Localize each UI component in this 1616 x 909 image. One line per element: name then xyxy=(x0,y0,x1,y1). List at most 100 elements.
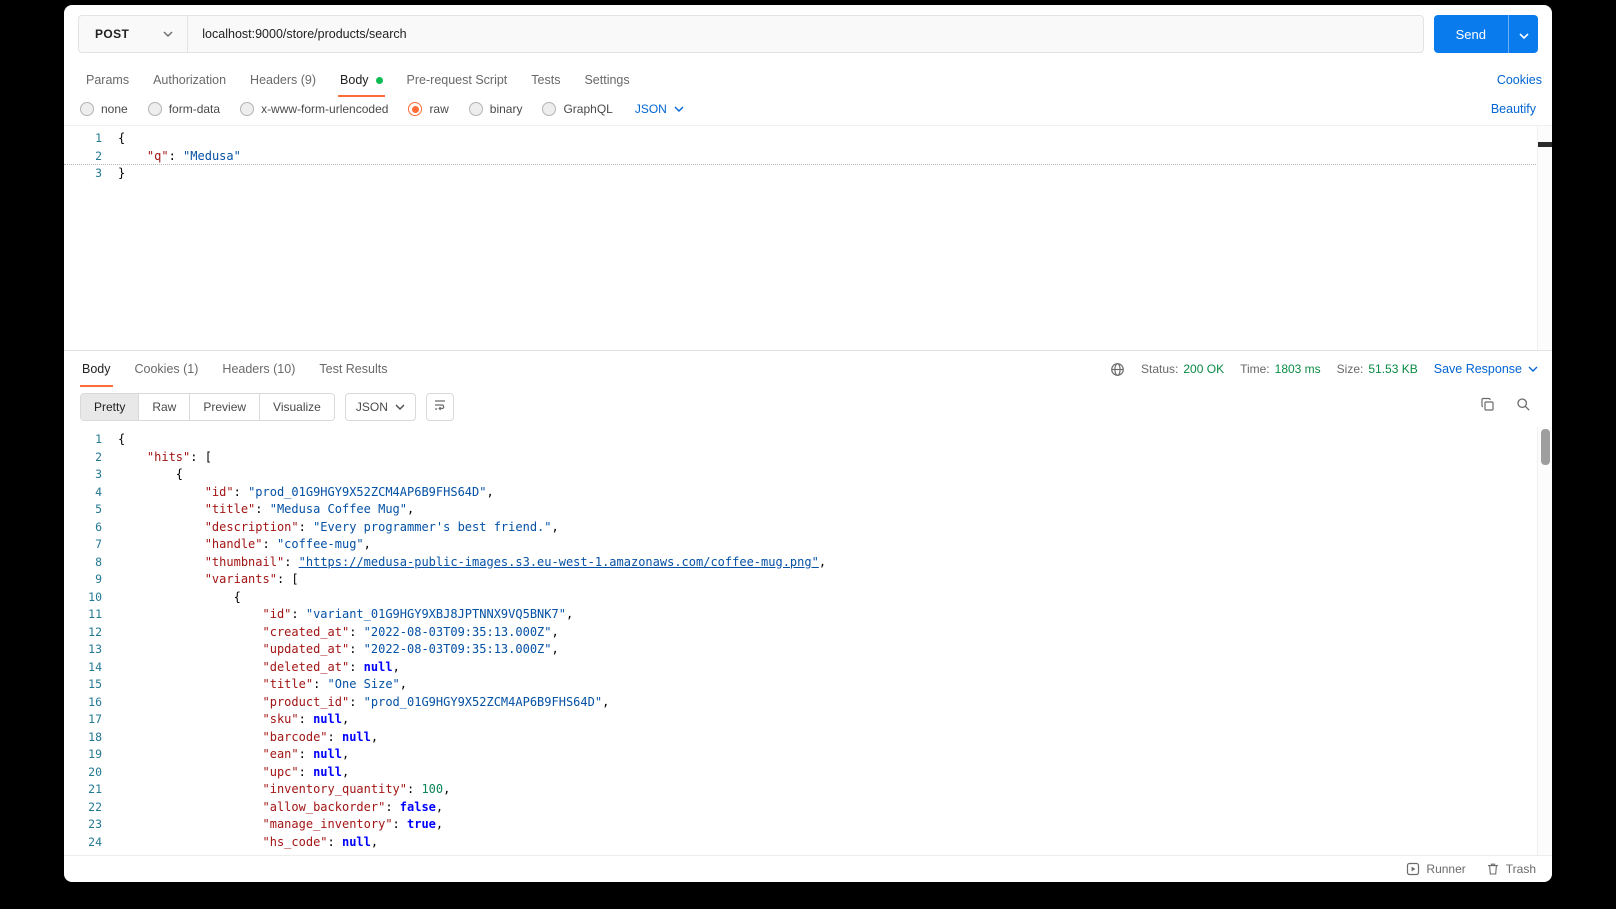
view-visualize[interactable]: Visualize xyxy=(260,394,334,420)
code-text: "variants": [ xyxy=(118,571,299,589)
body-type-urlencoded[interactable]: x-www-form-urlencoded xyxy=(240,102,388,116)
runner-button[interactable]: Runner xyxy=(1406,862,1465,876)
method-select[interactable]: POST xyxy=(79,16,188,52)
request-scrollbar[interactable] xyxy=(1537,126,1552,350)
code-text: "ean": null, xyxy=(118,746,349,764)
view-raw[interactable]: Raw xyxy=(139,394,190,420)
line-number: 22 xyxy=(64,799,118,817)
code-text: { xyxy=(118,130,125,148)
response-tab-body[interactable]: Body xyxy=(70,351,123,387)
chevron-down-icon xyxy=(395,404,405,410)
line-number: 5 xyxy=(64,501,118,519)
save-response-button[interactable]: Save Response xyxy=(1434,362,1538,376)
size-group: Size: 51.53 KB xyxy=(1337,362,1418,376)
cookies-link[interactable]: Cookies xyxy=(1497,73,1542,87)
tab-settings[interactable]: Settings xyxy=(572,63,641,97)
copy-icon xyxy=(1480,397,1495,417)
tab-tests[interactable]: Tests xyxy=(519,63,572,97)
modified-dot-icon xyxy=(376,77,383,84)
line-number: 24 xyxy=(64,834,118,852)
line-number: 18 xyxy=(64,729,118,747)
view-preview[interactable]: Preview xyxy=(190,394,260,420)
size-label: Size: xyxy=(1337,362,1364,376)
wrap-text-button[interactable] xyxy=(426,393,454,421)
tab-authorization[interactable]: Authorization xyxy=(141,63,238,97)
scrollbar-handle[interactable] xyxy=(1541,429,1550,465)
search-icon xyxy=(1516,397,1531,417)
chevron-down-icon xyxy=(1528,366,1538,372)
request-tabs: Params Authorization Headers (9) Body Pr… xyxy=(64,63,1552,97)
body-type-binary[interactable]: binary xyxy=(469,102,523,116)
time-label: Time: xyxy=(1240,362,1270,376)
view-pretty[interactable]: Pretty xyxy=(81,394,139,420)
code-line: 24 "hs_code": null, xyxy=(64,834,1552,852)
chevron-down-icon xyxy=(674,106,684,112)
time-group: Time: 1803 ms xyxy=(1240,362,1321,376)
code-line: 11 "id": "variant_01G9HGY9XBJ8JPTNNX9VQ5… xyxy=(64,606,1552,624)
response-tab-cookies[interactable]: Cookies (1) xyxy=(123,351,211,387)
send-split-button: Send xyxy=(1434,15,1538,53)
line-number: 7 xyxy=(64,536,118,554)
tab-body[interactable]: Body xyxy=(328,63,395,97)
tab-params[interactable]: Params xyxy=(74,63,141,97)
copy-response-button[interactable] xyxy=(1474,394,1500,420)
wrap-text-icon xyxy=(433,398,447,417)
response-tab-test-results[interactable]: Test Results xyxy=(307,351,399,387)
beautify-link[interactable]: Beautify xyxy=(1491,102,1536,116)
trash-button[interactable]: Trash xyxy=(1486,862,1536,876)
raw-format-select[interactable]: JSON xyxy=(635,102,684,116)
code-line: 15 "title": "One Size", xyxy=(64,676,1552,694)
code-line: 22 "allow_backorder": false, xyxy=(64,799,1552,817)
code-line: 20 "upc": null, xyxy=(64,764,1552,782)
code-text: "q": "Medusa" xyxy=(118,148,241,165)
line-number: 1 xyxy=(64,431,118,449)
tab-pre-request-script[interactable]: Pre-request Script xyxy=(395,63,520,97)
code-text: { xyxy=(118,589,241,607)
code-text: "manage_inventory": true, xyxy=(118,816,443,834)
line-number: 21 xyxy=(64,781,118,799)
body-type-raw[interactable]: raw xyxy=(408,102,448,116)
tab-label: Authorization xyxy=(153,73,226,87)
line-number: 15 xyxy=(64,676,118,694)
code-text: "barcode": null, xyxy=(118,729,378,747)
code-line: 2 "q": "Medusa" xyxy=(64,148,1552,166)
radio-icon xyxy=(148,102,162,116)
radio-label: GraphQL xyxy=(563,102,612,116)
code-text: "description": "Every programmer's best … xyxy=(118,519,559,537)
body-type-graphql[interactable]: GraphQL xyxy=(542,102,612,116)
line-number: 2 xyxy=(64,449,118,467)
radio-label: none xyxy=(101,102,128,116)
send-options-button[interactable] xyxy=(1508,15,1538,53)
tab-headers[interactable]: Headers (9) xyxy=(238,63,328,97)
url-input[interactable]: localhost:9000/store/products/search xyxy=(188,16,1422,52)
line-number: 23 xyxy=(64,816,118,834)
response-meta: Status: 200 OK Time: 1803 ms Size: 51.53… xyxy=(1110,362,1538,377)
code-text: "id": "prod_01G9HGY9X52ZCM4AP6B9FHS64D", xyxy=(118,484,494,502)
line-number: 9 xyxy=(64,571,118,589)
response-format-select[interactable]: JSON xyxy=(345,393,416,421)
trash-label: Trash xyxy=(1506,862,1536,876)
trash-icon xyxy=(1486,862,1500,876)
send-button[interactable]: Send xyxy=(1434,15,1508,53)
code-text: "upc": null, xyxy=(118,764,349,782)
response-tab-headers[interactable]: Headers (10) xyxy=(210,351,307,387)
search-response-button[interactable] xyxy=(1510,394,1536,420)
code-line: 18 "barcode": null, xyxy=(64,729,1552,747)
body-type-none[interactable]: none xyxy=(80,102,128,116)
code-line: 9 "variants": [ xyxy=(64,571,1552,589)
response-code: 1{2 "hits": [3 {4 "id": "prod_01G9HGY9X5… xyxy=(64,431,1552,851)
chevron-down-icon xyxy=(163,31,173,37)
line-number: 6 xyxy=(64,519,118,537)
radio-icon xyxy=(542,102,556,116)
code-line: 19 "ean": null, xyxy=(64,746,1552,764)
response-scrollbar[interactable] xyxy=(1537,427,1552,855)
code-text: "id": "variant_01G9HGY9XBJ8JPTNNX9VQ5BNK… xyxy=(118,606,573,624)
code-text: "handle": "coffee-mug", xyxy=(118,536,371,554)
request-body-editor[interactable]: 1{2 "q": "Medusa"3} xyxy=(64,125,1552,351)
code-text: "thumbnail": "https://medusa-public-imag… xyxy=(118,554,826,572)
line-number: 4 xyxy=(64,484,118,502)
globe-icon[interactable] xyxy=(1110,362,1125,377)
tab-label: Cookies (1) xyxy=(135,362,199,376)
response-body-editor[interactable]: 1{2 "hits": [3 {4 "id": "prod_01G9HGY9X5… xyxy=(64,427,1552,855)
body-type-form-data[interactable]: form-data xyxy=(148,102,220,116)
